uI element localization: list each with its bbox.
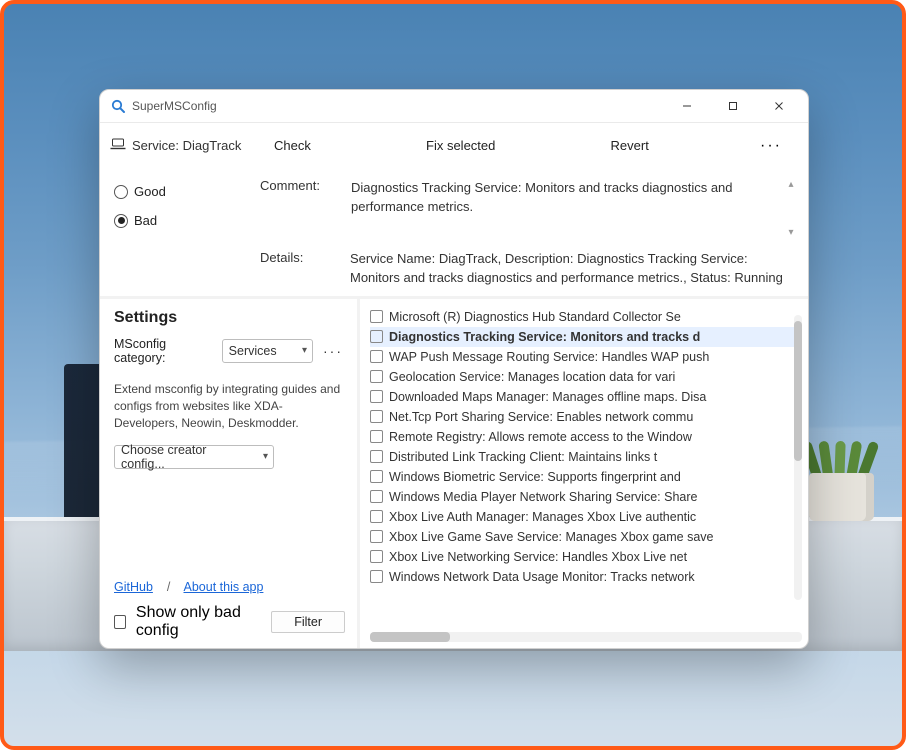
list-item[interactable]: Downloaded Maps Manager: Manages offline… (370, 387, 802, 407)
selected-service-label: Service: DiagTrack (132, 138, 241, 153)
details-label: Details: (260, 250, 350, 288)
list-item[interactable]: Microsoft (R) Diagnostics Hub Standard C… (370, 307, 802, 327)
window-title: SuperMSConfig (132, 99, 217, 113)
desktop-wallpaper: SuperMSConfig Service: DiagTrack Check (0, 0, 906, 750)
list-item[interactable]: Geolocation Service: Manages location da… (370, 367, 802, 387)
vertical-scrollbar-thumb[interactable] (794, 321, 802, 461)
horizontal-scrollbar[interactable] (370, 632, 802, 642)
creator-config-value: Choose creator config... (121, 443, 253, 471)
show-bad-label: Show only bad config (136, 604, 261, 640)
scroll-down-icon[interactable]: ▾ (785, 227, 797, 239)
checkbox-icon[interactable] (370, 350, 383, 363)
minimize-button[interactable] (664, 91, 710, 121)
list-item[interactable]: Windows Media Player Network Sharing Ser… (370, 487, 802, 507)
github-link[interactable]: GitHub (114, 580, 153, 594)
laptop-icon (110, 138, 126, 153)
status-good[interactable]: Good (114, 184, 260, 199)
list-item-label: Net.Tcp Port Sharing Service: Enables ne… (389, 410, 693, 424)
vertical-scrollbar[interactable] (794, 315, 802, 600)
checkbox-icon[interactable] (370, 430, 383, 443)
category-value: Services (229, 344, 277, 358)
checkbox-icon[interactable] (370, 550, 383, 563)
checkbox-icon[interactable] (370, 510, 383, 523)
fix-selected-button[interactable]: Fix selected (416, 132, 505, 159)
status-bad[interactable]: Bad (114, 213, 260, 228)
checkbox-icon[interactable] (370, 310, 383, 323)
scroll-up-icon[interactable]: ▴ (785, 179, 797, 191)
wallpaper-plant (799, 406, 884, 521)
list-item-label: Geolocation Service: Manages location da… (389, 370, 675, 384)
list-item[interactable]: Xbox Live Auth Manager: Manages Xbox Liv… (370, 507, 802, 527)
list-item[interactable]: Distributed Link Tracking Client: Mainta… (370, 447, 802, 467)
category-label: MSconfig category: (114, 337, 214, 365)
chevron-down-icon: ▾ (263, 451, 268, 462)
list-item-label: Distributed Link Tracking Client: Mainta… (389, 450, 657, 464)
list-item-label: Remote Registry: Allows remote access to… (389, 430, 692, 444)
checkbox-icon[interactable] (370, 530, 383, 543)
list-item[interactable]: Xbox Live Game Save Service: Manages Xbo… (370, 527, 802, 547)
list-item-label: Diagnostics Tracking Service: Monitors a… (389, 330, 700, 344)
info-area: Good Bad Comment: Diagnostics Tracking S… (100, 168, 808, 296)
maximize-button[interactable] (710, 91, 756, 121)
horizontal-scrollbar-thumb[interactable] (370, 632, 450, 642)
list-item-label: Downloaded Maps Manager: Manages offline… (389, 390, 706, 404)
chevron-down-icon: ▾ (302, 345, 307, 356)
list-item-label: Xbox Live Networking Service: Handles Xb… (389, 550, 687, 564)
services-list[interactable]: Microsoft (R) Diagnostics Hub Standard C… (370, 307, 802, 587)
footer-links: GitHub / About this app (114, 580, 345, 594)
app-icon (110, 98, 126, 114)
more-button[interactable]: ··· (754, 137, 788, 155)
list-item[interactable]: Windows Network Data Usage Monitor: Trac… (370, 567, 802, 587)
revert-button[interactable]: Revert (601, 132, 659, 159)
comment-label: Comment: (260, 178, 350, 240)
checkbox-icon[interactable] (370, 410, 383, 423)
list-item-label: Windows Media Player Network Sharing Ser… (389, 490, 697, 504)
toolbar: Service: DiagTrack Check Fix selected Re… (100, 122, 808, 168)
services-list-panel: Microsoft (R) Diagnostics Hub Standard C… (360, 299, 808, 648)
list-item-label: Microsoft (R) Diagnostics Hub Standard C… (389, 310, 681, 324)
list-item-label: WAP Push Message Routing Service: Handle… (389, 350, 709, 364)
status-bad-label: Bad (134, 213, 157, 228)
details-text: Service Name: DiagTrack, Description: Di… (350, 250, 798, 288)
checkbox-icon[interactable] (370, 490, 383, 503)
titlebar[interactable]: SuperMSConfig (100, 90, 808, 122)
check-button[interactable]: Check (264, 132, 321, 159)
checkbox-icon[interactable] (370, 570, 383, 583)
app-window: SuperMSConfig Service: DiagTrack Check (99, 89, 809, 649)
creator-config-select[interactable]: Choose creator config... ▾ (114, 445, 274, 469)
status-radio-group: Good Bad (100, 178, 260, 288)
radio-icon (114, 185, 128, 199)
radio-icon (114, 214, 128, 228)
link-separator: / (167, 580, 170, 594)
list-item[interactable]: Xbox Live Networking Service: Handles Xb… (370, 547, 802, 567)
about-link[interactable]: About this app (184, 580, 264, 594)
list-item-label: Xbox Live Auth Manager: Manages Xbox Liv… (389, 510, 696, 524)
settings-heading: Settings (114, 309, 345, 327)
checkbox-icon[interactable] (370, 330, 383, 343)
category-more-button[interactable]: ··· (321, 343, 345, 359)
comment-textarea[interactable]: Diagnostics Tracking Service: Monitors a… (350, 178, 798, 240)
list-item[interactable]: Net.Tcp Port Sharing Service: Enables ne… (370, 407, 802, 427)
status-good-label: Good (134, 184, 166, 199)
category-select[interactable]: Services ▾ (222, 339, 313, 363)
close-button[interactable] (756, 91, 802, 121)
list-item[interactable]: WAP Push Message Routing Service: Handle… (370, 347, 802, 367)
list-item-label: Windows Network Data Usage Monitor: Trac… (389, 570, 695, 584)
checkbox-icon[interactable] (370, 390, 383, 403)
selected-service: Service: DiagTrack (100, 138, 264, 153)
filter-button[interactable]: Filter (271, 611, 345, 633)
checkbox-icon[interactable] (370, 470, 383, 483)
checkbox-icon[interactable] (370, 370, 383, 383)
list-item[interactable]: Windows Biometric Service: Supports fing… (370, 467, 802, 487)
show-bad-checkbox[interactable] (114, 615, 126, 629)
checkbox-icon[interactable] (370, 450, 383, 463)
settings-panel: Settings MSconfig category: Services ▾ ·… (100, 299, 360, 648)
list-item[interactable]: Remote Registry: Allows remote access to… (370, 427, 802, 447)
list-item[interactable]: Diagnostics Tracking Service: Monitors a… (370, 327, 802, 347)
comment-text: Diagnostics Tracking Service: Monitors a… (351, 180, 733, 214)
list-item-label: Windows Biometric Service: Supports fing… (389, 470, 681, 484)
settings-hint: Extend msconfig by integrating guides an… (114, 381, 345, 433)
list-item-label: Xbox Live Game Save Service: Manages Xbo… (389, 530, 713, 544)
